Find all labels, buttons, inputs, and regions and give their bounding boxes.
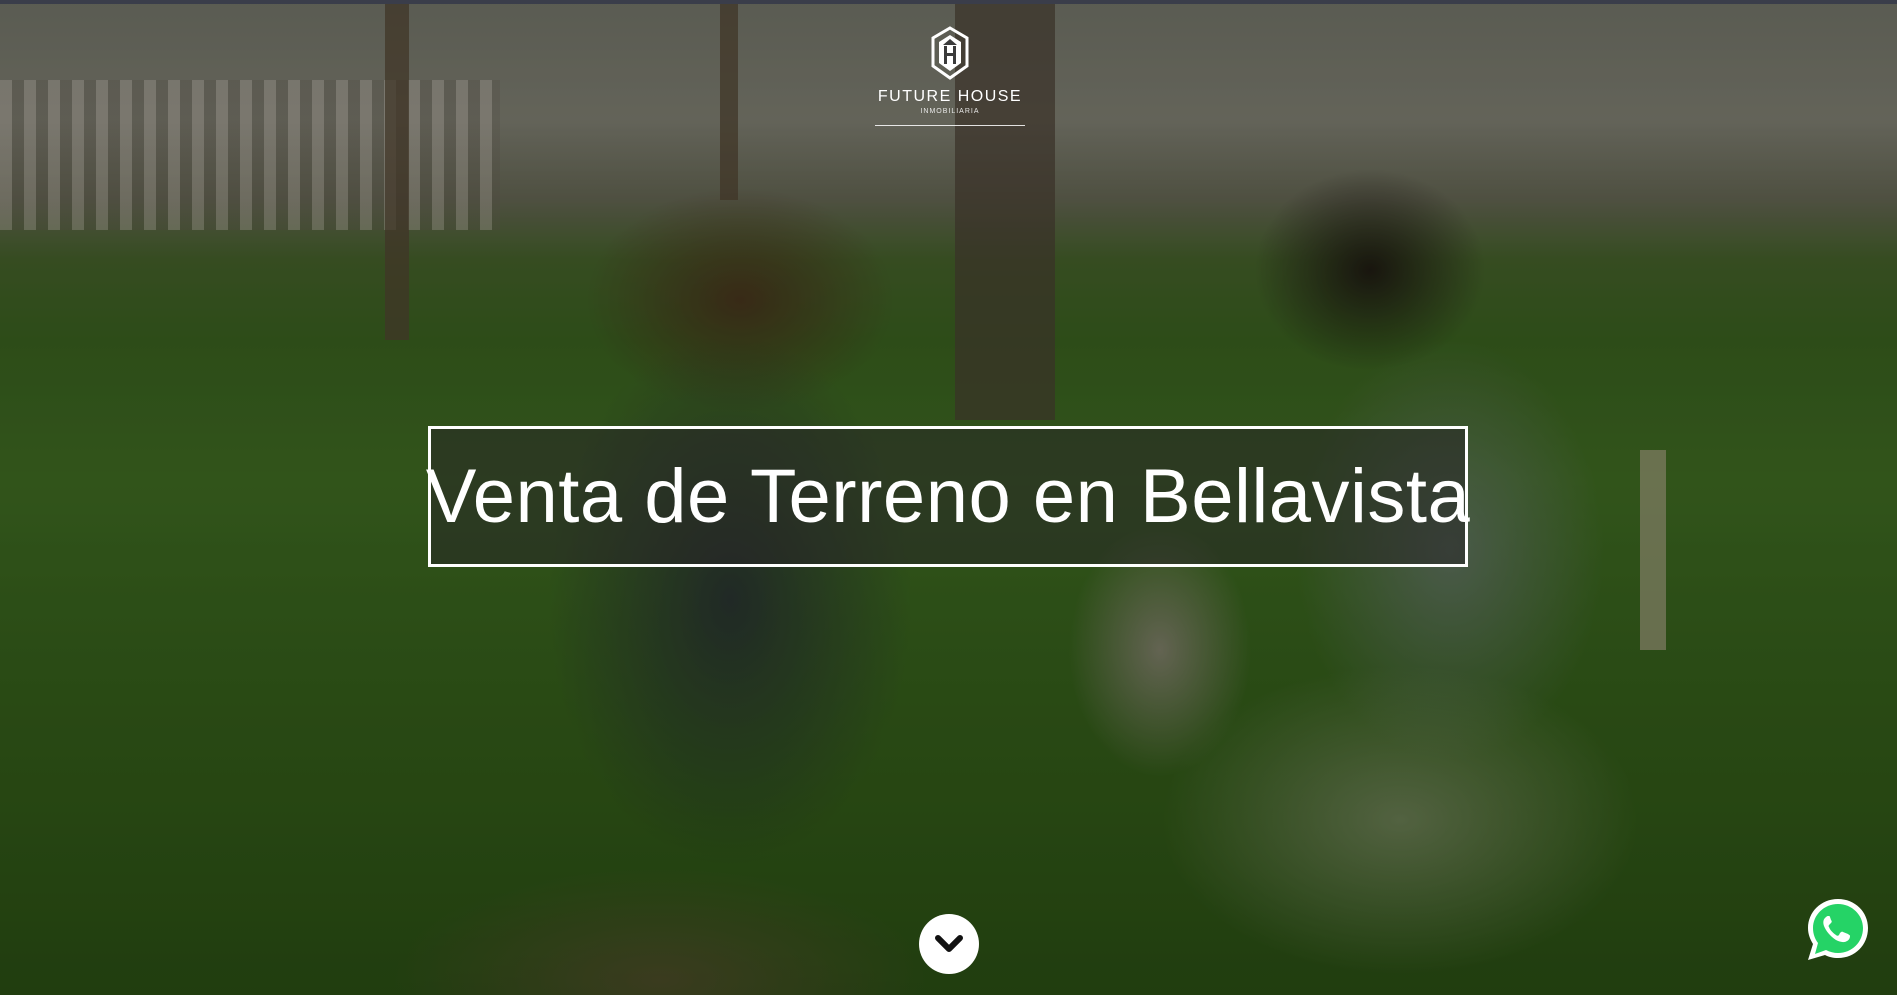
- hero-section: FUTURE HOUSE INMOBILIARIA Venta de Terre…: [0, 0, 1897, 995]
- brand-name: FUTURE HOUSE: [877, 88, 1023, 105]
- chevron-down-icon: [935, 935, 963, 952]
- brand-tagline: INMOBILIARIA: [920, 108, 980, 115]
- hero-title-box: Venta de Terreno en Bellavista: [425, 426, 1471, 567]
- hero-title: Venta de Terreno en Bellavista: [425, 454, 1471, 539]
- whatsapp-button[interactable]: [1803, 895, 1873, 965]
- whatsapp-icon: [1808, 899, 1868, 960]
- brand-logo[interactable]: FUTURE HOUSE INMOBILIARIA: [874, 26, 1026, 126]
- logo-divider: [875, 125, 1025, 126]
- top-bar: [0, 0, 1897, 4]
- house-h-icon: [931, 26, 969, 80]
- scroll-down-button[interactable]: [919, 914, 979, 974]
